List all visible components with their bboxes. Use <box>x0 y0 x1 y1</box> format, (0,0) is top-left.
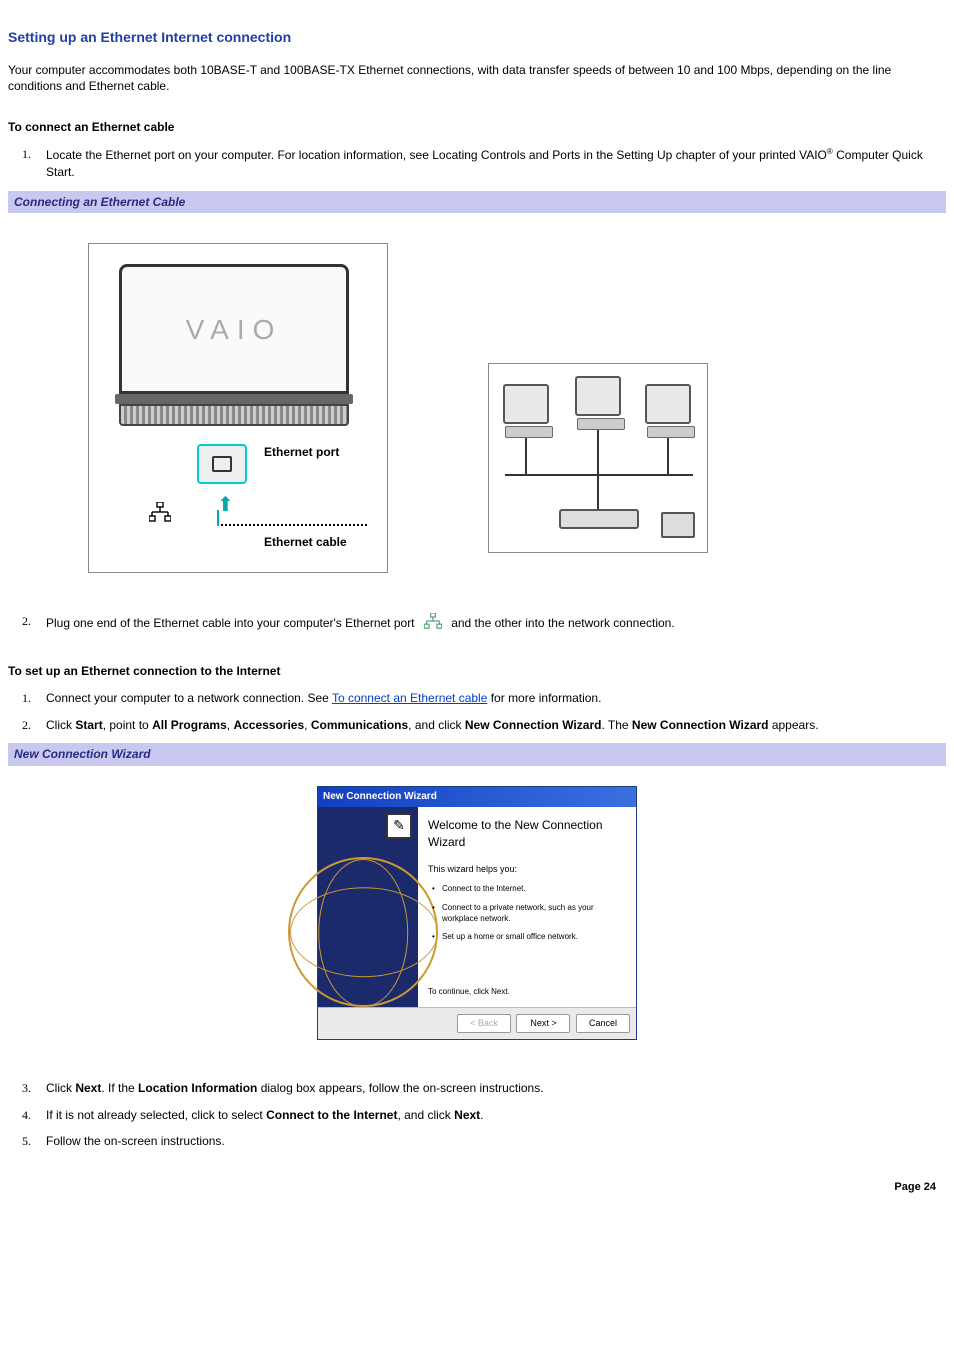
wizard-bullet: Set up a home or small office network. <box>436 931 626 942</box>
port-shape <box>212 456 232 472</box>
monitor-icon <box>645 384 691 424</box>
vaio-logo: VAIO <box>186 310 283 349</box>
banner-connecting-cable: Connecting an Ethernet Cable <box>8 191 946 214</box>
s1-step-2: 2. Plug one end of the Ethernet cable in… <box>28 613 946 635</box>
link-connect-ethernet-cable[interactable]: To connect an Ethernet cable <box>332 691 487 705</box>
laptop-illustration: VAIO <box>119 264 349 426</box>
ethernet-cable-label: Ethernet cable <box>264 534 347 551</box>
network-icon <box>149 502 171 529</box>
diagram-row: VAIO Ethernet port ⬆ Ethernet cable <box>8 243 946 573</box>
laptop-screen: VAIO <box>119 264 349 394</box>
ethernet-port-label: Ethernet port <box>264 444 339 461</box>
wizard-continue: To continue, click Next. <box>428 986 626 997</box>
network-diagram <box>488 363 708 553</box>
intro-paragraph: Your computer accommodates both 10BASE-T… <box>8 62 946 96</box>
globe-icon <box>288 857 438 1007</box>
laptop-hinge <box>115 394 353 404</box>
s1-step2-pre: Plug one end of the Ethernet cable into … <box>46 616 418 630</box>
printer-icon <box>661 512 695 538</box>
s2-step-1: 1. Connect your computer to a network co… <box>28 690 946 707</box>
cable-dotted-line <box>217 524 367 526</box>
ethernet-port-callout <box>197 444 247 484</box>
cable-arrow-icon: ⬆ <box>217 491 234 519</box>
s1-step-1: 1. Locate the Ethernet port on your comp… <box>28 146 946 181</box>
banner-new-connection-wizard: New Connection Wizard <box>8 743 946 766</box>
wizard-cancel-button[interactable]: Cancel <box>576 1014 630 1033</box>
wizard-badge-icon: ✎ <box>386 813 412 839</box>
s2-step-5: 5. Follow the on-screen instructions. <box>28 1133 946 1150</box>
wizard-sidebar: ✎ <box>318 807 418 1007</box>
s2-step-4: 4. If it is not already selected, click … <box>28 1107 946 1124</box>
monitor-icon <box>503 384 549 424</box>
wizard-bullet: Connect to the Internet. <box>436 883 626 894</box>
s2-step-3: 3. Click Next. If the Location Informati… <box>28 1080 946 1097</box>
wizard-sub: This wizard helps you: <box>428 863 626 876</box>
monitor-icon <box>575 376 621 416</box>
router-icon <box>559 509 639 529</box>
wizard-next-button[interactable]: Next > <box>516 1014 570 1033</box>
subheading-connect-cable: To connect an Ethernet cable <box>8 119 946 136</box>
s1-step1-pre: Locate the Ethernet port on your compute… <box>46 148 827 162</box>
s2-step1-pre: Connect your computer to a network conne… <box>46 691 332 705</box>
page-title: Setting up an Ethernet Internet connecti… <box>8 28 946 48</box>
wizard-heading: Welcome to the New Connection Wizard <box>428 817 626 851</box>
ethernet-port-icon <box>424 613 442 635</box>
laptop-base <box>119 404 349 426</box>
wizard-screenshot: New Connection Wizard ✎ Welcome to the N… <box>8 786 946 1040</box>
s2-step1-post: for more information. <box>487 691 601 705</box>
laptop-diagram: VAIO Ethernet port ⬆ Ethernet cable <box>88 243 388 573</box>
page-number: Page 24 <box>8 1180 946 1195</box>
s1-step2-post: and the other into the network connectio… <box>451 616 674 630</box>
subheading-setup-ethernet: To set up an Ethernet connection to the … <box>8 663 946 680</box>
wizard-back-button[interactable]: < Back <box>457 1014 511 1033</box>
s2-step-2: 2. Click Start, point to All Programs, A… <box>28 717 946 734</box>
wizard-bullet: Connect to a private network, such as yo… <box>436 902 626 924</box>
wizard-titlebar: New Connection Wizard <box>318 787 636 807</box>
